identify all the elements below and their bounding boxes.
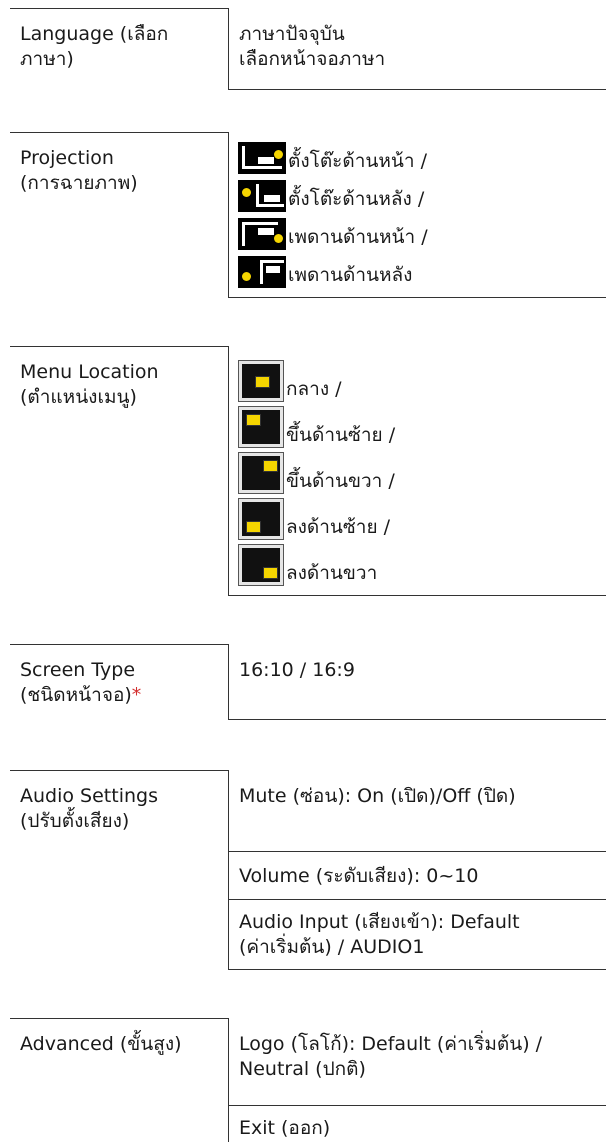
menu-top-right-icon	[238, 452, 284, 494]
rear-desktop-icon	[238, 180, 286, 212]
menu-option-top-left: ขึ้นด้านซ้าย /	[238, 406, 395, 448]
screen-type-label-text: Screen Type (ชนิดหน้าจอ)	[20, 659, 136, 707]
row-label-projection: Projection (การฉายภาพ)	[20, 147, 138, 195]
asterisk-note: *	[131, 684, 142, 707]
menu-center-icon	[238, 360, 284, 402]
divider	[228, 132, 229, 298]
option-label: ตั้งโต๊ะด้านหลัง /	[288, 187, 425, 210]
option-label: ลงด้านซ้าย /	[286, 515, 391, 538]
divider	[228, 8, 229, 90]
row-audio-settings: Audio Settings (ปรับตั้งเสียง) Mute (ซ่อ…	[10, 770, 606, 970]
menu-bottom-right-icon	[238, 544, 284, 586]
menu-option-bottom-right: ลงด้านขวา	[238, 544, 377, 586]
divider	[10, 132, 228, 133]
language-value: ภาษาปัจจุบัน เลือกหน้าจอภาษา	[239, 23, 386, 71]
menu-option-top-right: ขึ้นด้านขวา /	[238, 452, 395, 494]
divider	[228, 297, 606, 298]
option-label: เพดานด้านหน้า /	[288, 225, 428, 248]
divider	[228, 595, 606, 596]
divider	[228, 644, 229, 720]
option-label: ลงด้านขวา	[286, 561, 378, 584]
option-label: กลาง /	[286, 377, 342, 400]
projection-option-front-ceiling: เพดานด้านหน้า /	[238, 218, 428, 250]
rear-ceiling-icon	[238, 256, 286, 288]
menu-option-center: กลาง /	[238, 360, 342, 402]
divider	[10, 8, 228, 9]
row-projection: Projection (การฉายภาพ) ตั้งโต๊ะด้านหน้า …	[10, 132, 606, 298]
projection-option-rear-ceiling: เพดานด้านหลัง	[238, 256, 412, 288]
option-label: ขึ้นด้านซ้าย /	[286, 423, 396, 446]
row-screen-type: Screen Type (ชนิดหน้าจอ)* 16:10 / 16:9	[10, 644, 606, 720]
row-language: Language (เลือก ภาษา) ภาษาปัจจุบัน เลือก…	[10, 8, 606, 90]
divider	[10, 770, 228, 771]
divider	[228, 89, 606, 90]
divider	[10, 346, 228, 347]
row-label-menu-location: Menu Location (ตำแหน่งเมนู)	[20, 361, 159, 409]
projection-option-rear-desktop: ตั้งโต๊ะด้านหลัง /	[238, 180, 424, 212]
row-menu-location: Menu Location (ตำแหน่งเมนู) กลาง / ขึ้นด…	[10, 346, 606, 596]
divider	[228, 770, 229, 970]
advanced-exit-item: Exit (ออก)	[239, 1117, 331, 1139]
menu-top-left-icon	[238, 406, 284, 448]
divider	[228, 1018, 229, 1142]
row-label-screen-type: Screen Type (ชนิดหน้าจอ)*	[20, 658, 220, 708]
divider	[10, 644, 228, 645]
divider	[228, 719, 606, 720]
divider	[10, 1018, 228, 1019]
screen-type-value: 16:10 / 16:9	[239, 659, 355, 681]
row-advanced: Advanced (ขั้นสูง) Logo (โลโก้): Default…	[10, 1018, 606, 1142]
divider	[228, 969, 606, 970]
divider	[228, 851, 606, 852]
front-desktop-icon	[238, 142, 286, 174]
option-label: ตั้งโต๊ะด้านหน้า /	[288, 149, 427, 172]
menu-option-bottom-left: ลงด้านซ้าย /	[238, 498, 390, 540]
front-ceiling-icon	[238, 218, 286, 250]
option-label: เพดานด้านหลัง	[288, 263, 413, 286]
menu-bottom-left-icon	[238, 498, 284, 540]
advanced-logo-item: Logo (โลโก้): Default (ค่าเริ่มต้น) / Ne…	[239, 1033, 543, 1081]
row-label-language: Language (เลือก ภาษา)	[20, 23, 169, 71]
row-label-audio-settings: Audio Settings (ปรับตั้งเสียง)	[20, 785, 158, 833]
divider	[228, 899, 606, 900]
option-label: ขึ้นด้านขวา /	[286, 469, 395, 492]
audio-mute-item: Mute (ซ่อน): On (เปิด)/Off (ปิด)	[239, 785, 516, 807]
audio-input-item: Audio Input (เสียงเข้า): Default (ค่าเริ…	[239, 911, 520, 959]
projection-option-front-desktop: ตั้งโต๊ะด้านหน้า /	[238, 142, 427, 174]
audio-volume-item: Volume (ระดับเสียง): 0~10	[239, 865, 479, 887]
divider	[228, 1105, 606, 1106]
row-label-advanced: Advanced (ขั้นสูง)	[20, 1033, 182, 1055]
divider	[228, 346, 229, 596]
